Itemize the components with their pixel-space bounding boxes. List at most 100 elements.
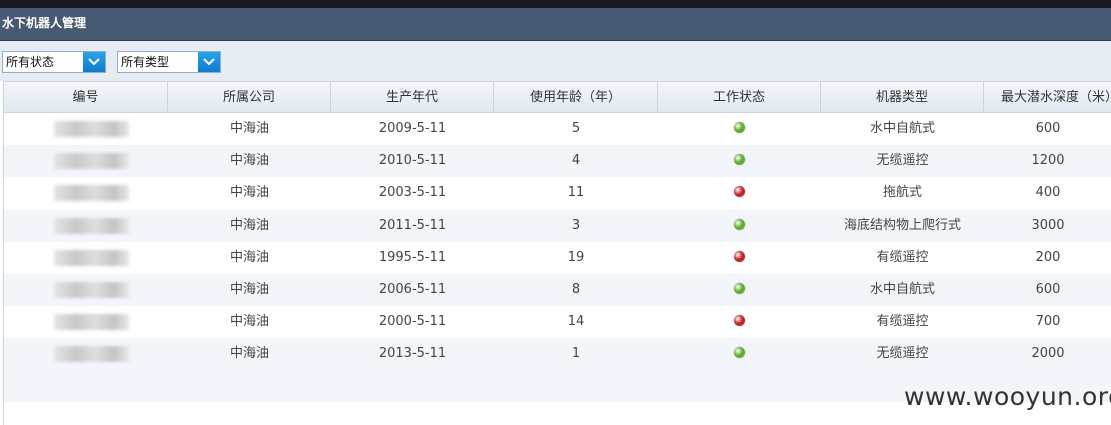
- table-row[interactable]: 中海油 2000-5-11 14 有缆遥控 700: [4, 306, 1111, 338]
- cell-max-depth: 600: [1035, 282, 1061, 297]
- cell-age: 1: [571, 346, 581, 362]
- column-header-age[interactable]: 使用年龄（年）: [494, 82, 658, 113]
- cell-max-depth: 1200: [1031, 153, 1065, 169]
- cell-company: 中海油: [229, 314, 269, 330]
- table-row[interactable]: 中海油 2003-5-11 11 拖航式 400: [4, 177, 1111, 209]
- type-filter-dropdown-button[interactable]: [198, 52, 220, 72]
- robot-table: 编号 所属公司 生产年代 使用年龄（年） 工作状态 机器类型 最大潜水深度（米）…: [3, 81, 1111, 425]
- status-ok-icon: [734, 154, 745, 166]
- cell-work-status: [658, 306, 821, 338]
- table-row[interactable]: 中海油 2009-5-11 5 水中自航式 600: [4, 113, 1111, 145]
- column-header-id[interactable]: 编号: [4, 82, 168, 113]
- table-row[interactable]: 中海油 2013-5-11 1 无缆遥控 2000: [4, 338, 1111, 371]
- cell-robot-type: 水中自航式: [869, 282, 935, 297]
- redacted-id: [54, 121, 129, 137]
- cell-age: 19: [567, 249, 585, 265]
- cell-id: [4, 113, 168, 145]
- cell-company: 中海油: [229, 217, 269, 233]
- cell-robot-type: 无缆遥控: [876, 346, 929, 362]
- cell-company: 中海油: [229, 153, 269, 169]
- status-error-icon: [734, 315, 745, 327]
- status-error-icon: [734, 186, 745, 198]
- cell-company: 中海油: [229, 346, 269, 362]
- redacted-id: [54, 153, 129, 170]
- cell-age: 3: [571, 217, 581, 233]
- cell-id: [4, 242, 168, 274]
- status-ok-icon: [734, 122, 745, 133]
- table-row[interactable]: 中海油 2006-5-11 8 水中自航式 600: [4, 274, 1111, 306]
- cell-max-depth: 400: [1035, 185, 1061, 201]
- cell-production-date: 2011-5-11: [378, 217, 447, 233]
- cell-production-date: 2000-5-11: [378, 314, 447, 330]
- redacted-id: [54, 217, 129, 234]
- status-ok-icon: [734, 283, 745, 294]
- status-ok-icon: [734, 218, 745, 230]
- cell-max-depth: 200: [1035, 249, 1061, 265]
- cell-production-date: 1995-5-11: [378, 249, 447, 265]
- cell-id: [4, 145, 168, 177]
- cell-work-status: [658, 210, 821, 242]
- redacted-id: [54, 346, 129, 363]
- watermark-text: www.wooyun.org: [904, 382, 1111, 411]
- table-row[interactable]: 中海油 1995-5-11 19 有缆遥控 200: [4, 242, 1111, 274]
- cell-age: 11: [567, 185, 585, 201]
- cell-age: 8: [571, 282, 581, 297]
- cell-production-date: 2010-5-11: [378, 153, 447, 169]
- cell-work-status: [658, 242, 821, 274]
- filter-toolbar: 所有状态 所有类型: [0, 41, 1111, 81]
- cell-work-status: [658, 274, 821, 306]
- table-header: 编号 所属公司 生产年代 使用年龄（年） 工作状态 机器类型 最大潜水深度（米）: [4, 81, 1111, 113]
- cell-age: 14: [567, 314, 585, 330]
- table-row[interactable]: 中海油 2011-5-11 3 海底结构物上爬行式 3000: [4, 209, 1111, 242]
- cell-age: 5: [571, 121, 581, 136]
- type-filter-value: 所有类型: [121, 55, 170, 69]
- cell-company: 中海油: [229, 121, 269, 136]
- cell-id: [4, 338, 168, 370]
- redacted-id: [54, 249, 129, 266]
- table-row[interactable]: 中海油 2010-5-11 4 无缆遥控 1200: [4, 145, 1111, 178]
- column-header-company[interactable]: 所属公司: [168, 82, 331, 113]
- column-header-max-depth[interactable]: 最大潜水深度（米）: [984, 82, 1111, 113]
- type-filter-select[interactable]: 所有类型: [117, 51, 221, 73]
- redacted-id: [54, 185, 129, 202]
- cell-id: [4, 306, 168, 338]
- status-filter-select[interactable]: 所有状态: [2, 51, 106, 73]
- status-filter-value: 所有状态: [6, 55, 55, 69]
- cell-robot-type: 有缆遥控: [876, 314, 929, 330]
- cell-work-status: [658, 177, 821, 209]
- cell-id: [4, 177, 168, 209]
- status-ok-icon: [734, 347, 745, 359]
- cell-max-depth: 2000: [1031, 346, 1065, 362]
- cell-age: 4: [571, 153, 581, 169]
- cell-robot-type: 无缆遥控: [876, 153, 929, 169]
- cell-work-status: [658, 338, 821, 370]
- cell-company: 中海油: [229, 282, 269, 297]
- redacted-id: [54, 314, 129, 331]
- cell-id: [4, 210, 168, 242]
- chevron-down-icon: [88, 58, 100, 66]
- cell-production-date: 2009-5-11: [378, 121, 447, 136]
- chevron-down-icon: [203, 58, 215, 66]
- status-error-icon: [734, 250, 745, 262]
- cell-work-status: [658, 145, 821, 177]
- cell-company: 中海油: [229, 249, 269, 265]
- cell-work-status: [658, 113, 821, 145]
- cell-robot-type: 海底结构物上爬行式: [843, 217, 961, 233]
- cell-max-depth: 3000: [1031, 217, 1065, 233]
- title-bar: 水下机器人管理: [0, 8, 1111, 41]
- column-header-production-date[interactable]: 生产年代: [331, 82, 494, 113]
- cell-robot-type: 有缆遥控: [876, 249, 929, 265]
- cell-robot-type: 水中自航式: [869, 121, 935, 136]
- redacted-id: [54, 282, 129, 298]
- cell-production-date: 2006-5-11: [378, 282, 447, 297]
- status-filter-dropdown-button[interactable]: [83, 52, 105, 72]
- cell-robot-type: 拖航式: [882, 185, 922, 201]
- cell-company: 中海油: [229, 185, 269, 201]
- window-title: 水下机器人管理: [2, 16, 87, 30]
- cell-max-depth: 700: [1035, 314, 1061, 330]
- column-header-robot-type[interactable]: 机器类型: [821, 82, 984, 113]
- cell-production-date: 2013-5-11: [378, 346, 447, 362]
- column-header-work-status[interactable]: 工作状态: [658, 82, 821, 113]
- cell-id: [4, 274, 168, 306]
- cell-max-depth: 600: [1035, 121, 1061, 136]
